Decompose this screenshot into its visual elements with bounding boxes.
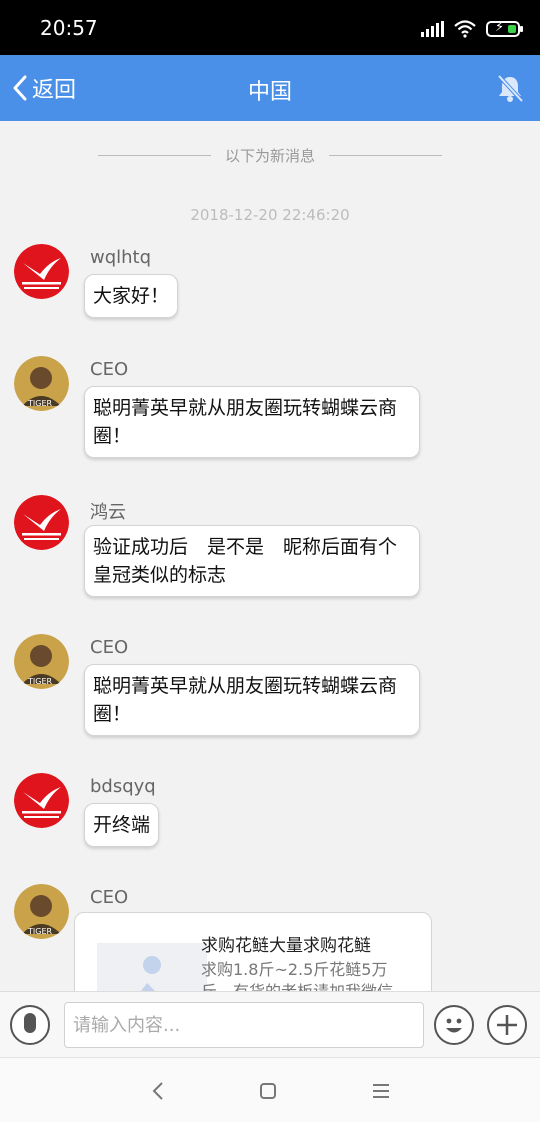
image-placeholder-icon: [97, 943, 207, 991]
svg-text:TIGER: TIGER: [27, 927, 53, 936]
battery-icon: ⚡: [486, 20, 523, 37]
message-bubble[interactable]: 验证成功后 是不是 昵称后面有个皇冠类似的标志: [84, 525, 420, 597]
message-timestamp: 2018-12-20 22:46:20: [190, 206, 350, 224]
wifi-icon: [454, 20, 476, 38]
sender-name: CEO: [90, 359, 129, 380]
card-title: 求购花鲢大量求购花鲢: [201, 936, 371, 956]
svg-text:TIGER: TIGER: [27, 677, 53, 686]
avatar[interactable]: [14, 773, 69, 828]
system-nav-bar: [0, 1057, 540, 1122]
sender-name: bdsqyq: [90, 776, 156, 797]
person-photo-icon: TIGER: [14, 356, 69, 411]
red-bird-logo-icon: [14, 244, 69, 299]
red-bird-logo-icon: [14, 773, 69, 828]
link-card[interactable]: 求购花鲢大量求购花鲢 求购1.8斤~2.5斤花鲢5万斤，有货的老板请加我微信: [74, 912, 432, 991]
message-bubble[interactable]: 聪明菁英早就从朋友圈玩转蝴蝶云商圈！: [84, 386, 420, 458]
status-icons: ⚡: [421, 20, 523, 38]
sender-name: CEO: [90, 887, 129, 908]
person-photo-icon: TIGER: [14, 884, 69, 939]
nav-home-icon[interactable]: [253, 1078, 283, 1104]
mute-bell-icon[interactable]: [494, 72, 526, 104]
microphone-icon: [24, 1013, 36, 1033]
input-bar: [0, 991, 540, 1057]
page-title: 中国: [247, 80, 292, 105]
message-list[interactable]: 以下为新消息 2018-12-20 22:46:20 wqlhtq 大家好！ T…: [0, 121, 540, 991]
voice-button[interactable]: [10, 1005, 50, 1045]
avatar[interactable]: [14, 495, 69, 550]
message-bubble[interactable]: 大家好！: [84, 274, 179, 318]
sender-name: 鸿云: [90, 502, 126, 523]
card-description: 求购1.8斤~2.5斤花鲢5万斤，有货的老板请加我微信: [201, 960, 393, 991]
message-bubble[interactable]: 开终端: [84, 803, 160, 847]
avatar[interactable]: TIGER: [14, 634, 69, 689]
emoji-button[interactable]: [434, 1005, 474, 1045]
avatar[interactable]: TIGER: [14, 356, 69, 411]
signal-icon: [421, 21, 444, 37]
message-input[interactable]: [64, 1002, 424, 1048]
status-time: 20:57: [40, 16, 98, 40]
sender-name: wqlhtq: [90, 247, 152, 268]
svg-text:TIGER: TIGER: [27, 399, 53, 408]
smiley-icon: [446, 1018, 462, 1033]
avatar[interactable]: TIGER: [14, 884, 69, 939]
add-button[interactable]: [487, 1005, 527, 1045]
new-messages-divider: 以下为新消息: [98, 145, 443, 166]
status-bar: 20:57 ⚡: [0, 0, 540, 55]
person-photo-icon: TIGER: [14, 634, 69, 689]
sender-name: CEO: [90, 637, 129, 658]
message-bubble[interactable]: 聪明菁英早就从朋友圈玩转蝴蝶云商圈！: [84, 664, 420, 736]
nav-menu-icon[interactable]: [366, 1078, 396, 1104]
divider-text: 以下为新消息: [225, 147, 316, 165]
plus-icon: [497, 1015, 517, 1035]
avatar[interactable]: [14, 244, 69, 299]
red-bird-logo-icon: [14, 495, 69, 550]
title-bar: 返回 中国: [0, 55, 540, 121]
nav-back-icon[interactable]: [143, 1078, 173, 1104]
